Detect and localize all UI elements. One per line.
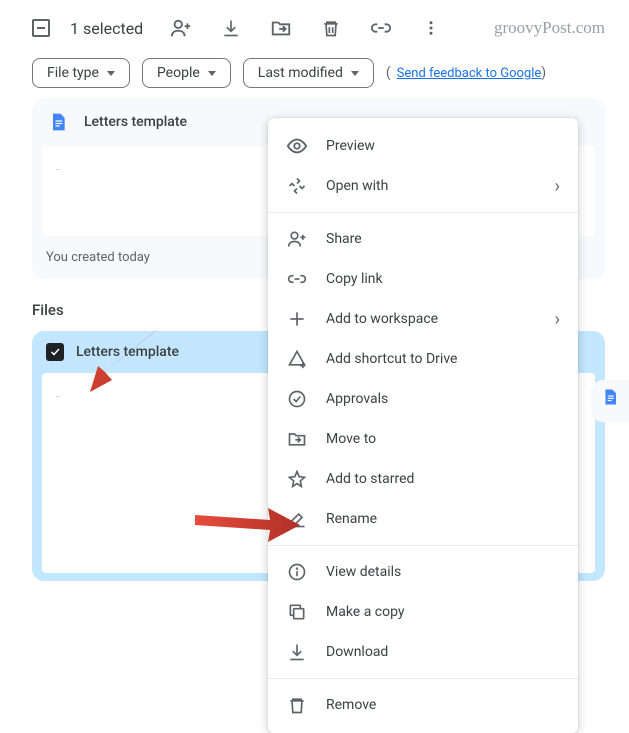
menu-divider xyxy=(268,212,578,213)
chevron-right-icon: › xyxy=(555,309,560,330)
chevron-right-icon: › xyxy=(555,176,560,197)
checkbox-checked-icon[interactable] xyxy=(46,343,64,361)
copy-icon xyxy=(286,601,308,623)
menu-remove[interactable]: Remove xyxy=(268,685,578,725)
caret-down-icon xyxy=(107,71,115,76)
filter-people[interactable]: People xyxy=(142,58,231,88)
eye-icon xyxy=(286,135,308,157)
menu-make-a-copy[interactable]: Make a copy xyxy=(268,592,578,632)
menu-open-with[interactable]: Open with › xyxy=(268,166,578,206)
more-options-icon[interactable] xyxy=(419,16,443,40)
link-icon xyxy=(286,268,308,290)
approvals-icon xyxy=(286,388,308,410)
selection-indicator-icon[interactable] xyxy=(32,19,50,37)
pencil-icon xyxy=(286,508,308,530)
context-menu: Preview Open with › Share Copy link Add … xyxy=(268,118,578,733)
menu-add-to-workspace[interactable]: Add to workspace › xyxy=(268,299,578,339)
action-toolbar: 1 selected groovyPost.com xyxy=(0,0,629,48)
download-icon[interactable] xyxy=(219,16,243,40)
share-person-icon[interactable] xyxy=(169,16,193,40)
filter-label: People xyxy=(157,65,200,81)
trash-icon xyxy=(286,694,308,716)
open-with-icon xyxy=(286,175,308,197)
docs-file-icon xyxy=(598,385,622,409)
watermark-text: groovyPost.com xyxy=(494,18,605,38)
menu-divider xyxy=(268,678,578,679)
shortcut-icon xyxy=(286,348,308,370)
menu-approvals[interactable]: Approvals xyxy=(268,379,578,419)
feedback-wrapper: (Send feedback to Google) xyxy=(386,65,546,81)
menu-add-to-starred[interactable]: Add to starred xyxy=(268,459,578,499)
filter-last-modified[interactable]: Last modified xyxy=(243,58,374,88)
trash-icon[interactable] xyxy=(319,16,343,40)
menu-move-to[interactable]: Move to xyxy=(268,419,578,459)
card-title: Letters template xyxy=(84,114,187,130)
filter-file-type[interactable]: File type xyxy=(32,58,130,88)
filter-row: File type People Last modified (Send fee… xyxy=(0,48,629,98)
menu-share[interactable]: Share xyxy=(268,219,578,259)
selected-count: 1 selected xyxy=(70,19,143,38)
file-card-peek[interactable] xyxy=(591,380,629,422)
info-icon xyxy=(286,561,308,583)
filter-label: Last modified xyxy=(258,65,343,81)
docs-file-icon xyxy=(46,110,70,134)
download-icon xyxy=(286,641,308,663)
plus-icon xyxy=(286,308,308,330)
filter-label: File type xyxy=(47,65,99,81)
menu-copy-link[interactable]: Copy link xyxy=(268,259,578,299)
file-title: Letters template xyxy=(76,344,179,360)
menu-rename[interactable]: Rename xyxy=(268,499,578,539)
star-icon xyxy=(286,468,308,490)
menu-preview[interactable]: Preview xyxy=(268,126,578,166)
move-folder-icon xyxy=(286,428,308,450)
feedback-link[interactable]: Send feedback to Google xyxy=(397,66,542,81)
menu-download[interactable]: Download xyxy=(268,632,578,672)
caret-down-icon xyxy=(208,71,216,76)
person-plus-icon xyxy=(286,228,308,250)
link-icon[interactable] xyxy=(369,16,393,40)
menu-add-shortcut[interactable]: Add shortcut to Drive xyxy=(268,339,578,379)
caret-down-icon xyxy=(351,71,359,76)
menu-divider xyxy=(268,545,578,546)
menu-view-details[interactable]: View details xyxy=(268,552,578,592)
move-folder-icon[interactable] xyxy=(269,16,293,40)
